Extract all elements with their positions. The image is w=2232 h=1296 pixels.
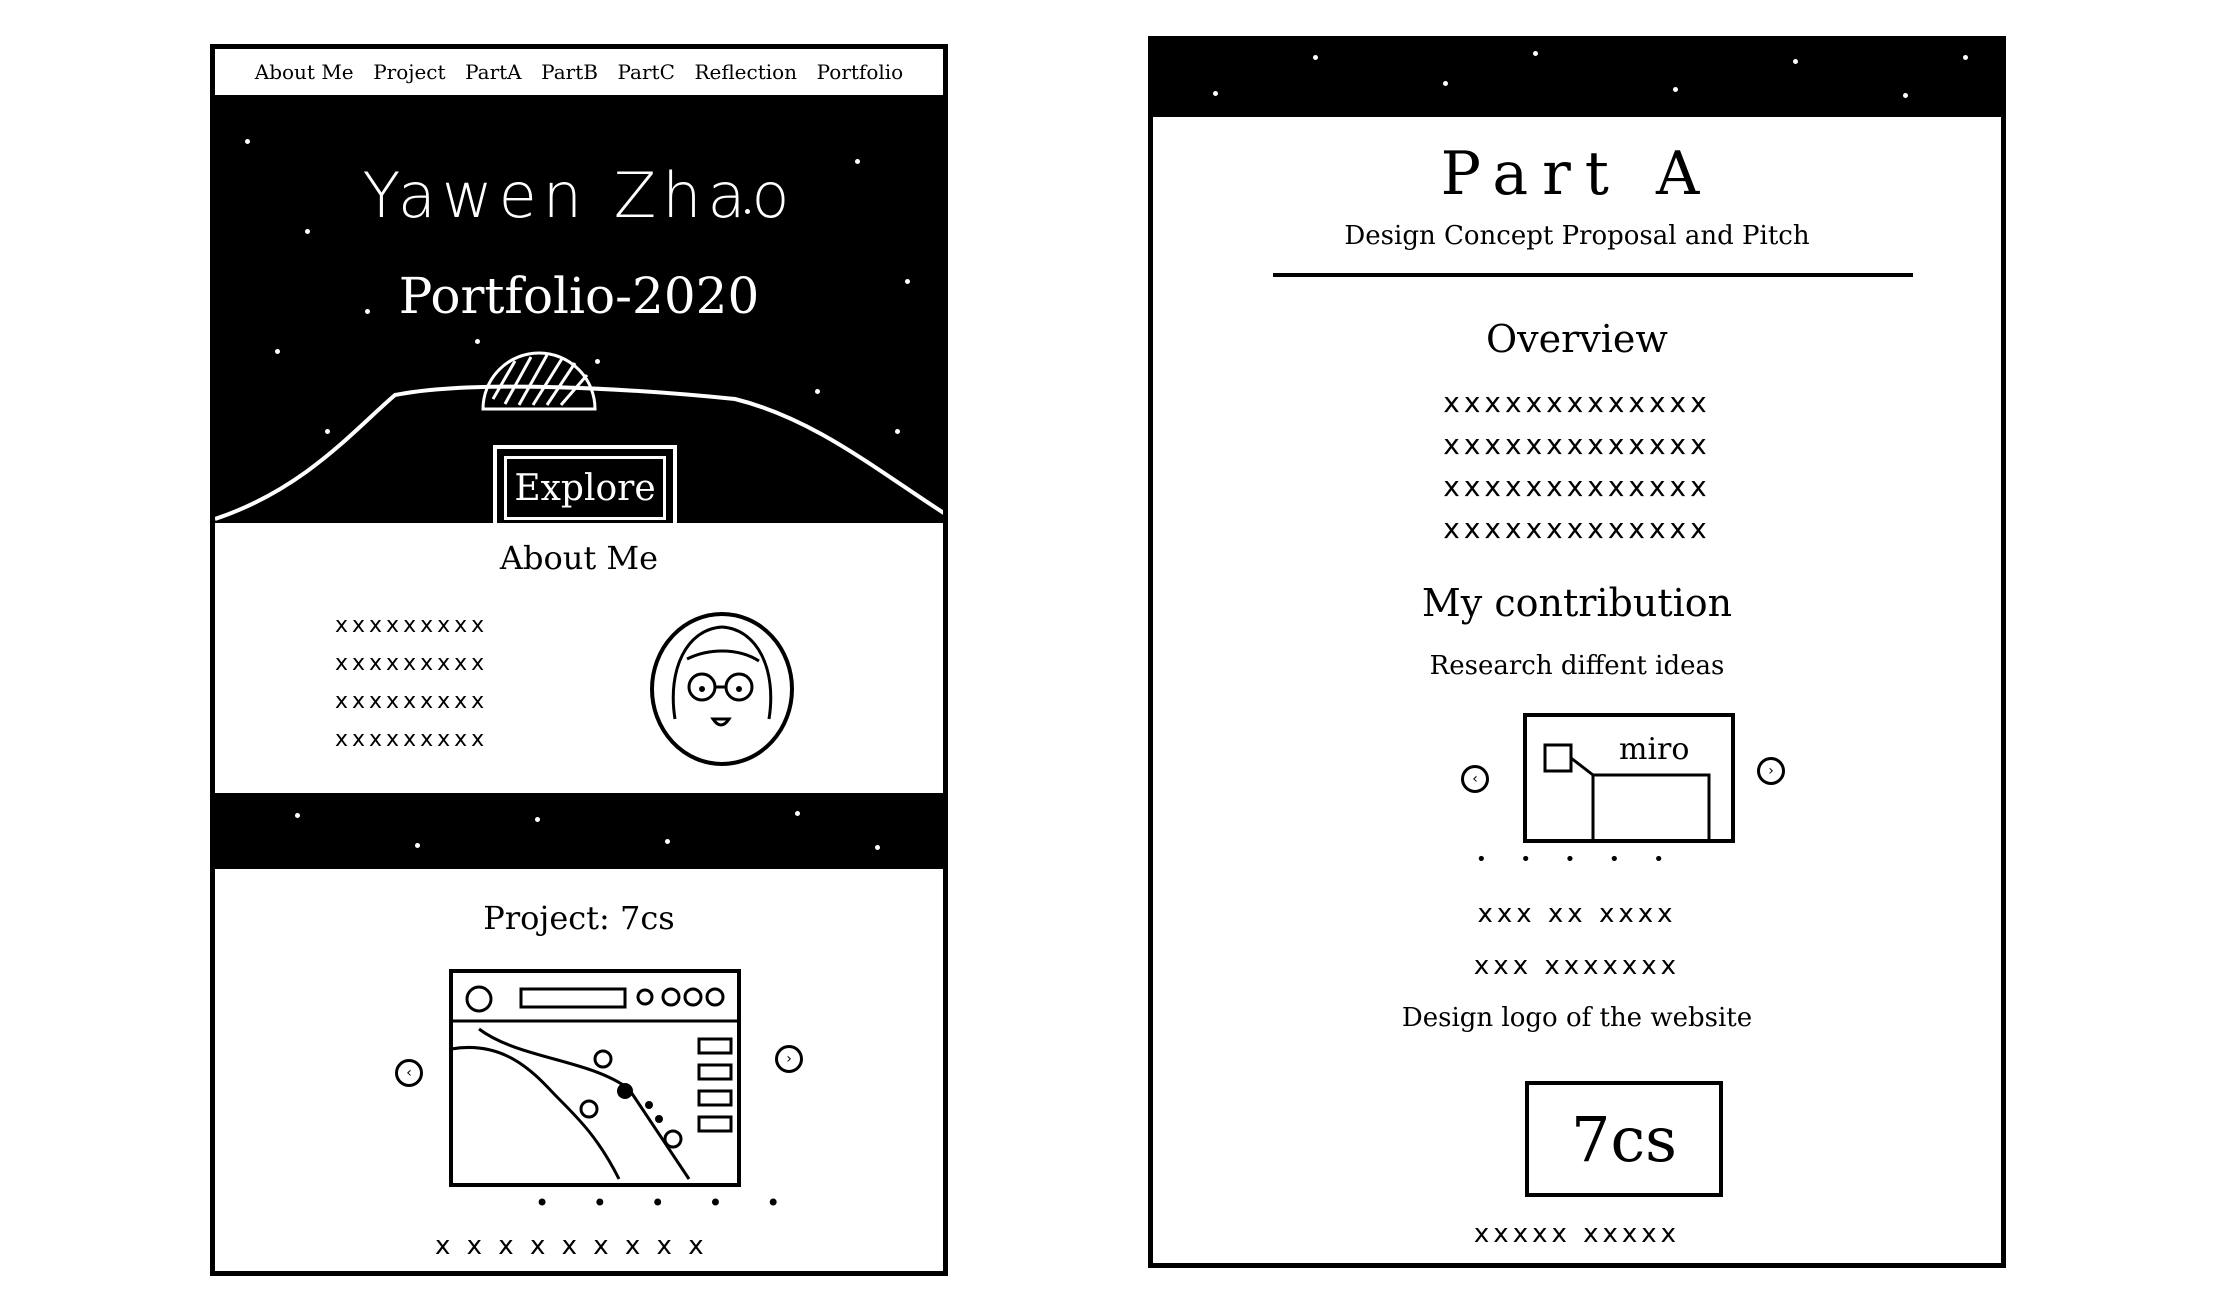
placeholder-text-row: xxx xx xxxx <box>1477 899 1677 929</box>
placeholder-text-row: xxxxxxxxx <box>335 727 489 752</box>
star-decoration <box>1793 59 1798 64</box>
carousel-pagination-dots[interactable]: • • • • • <box>1153 849 2001 870</box>
star-decoration <box>1313 55 1318 60</box>
star-decoration <box>1673 87 1678 92</box>
hero-banner: Yawen Zhao Portfolio-2020 Explore <box>215 99 943 523</box>
starry-divider <box>215 793 943 869</box>
nav-part-c[interactable]: PartC <box>618 60 675 84</box>
nav-about-me[interactable]: About Me <box>255 60 354 84</box>
nav-reflection[interactable]: Reflection <box>694 60 797 84</box>
contribution-item-research: Research diffent ideas <box>1429 651 1725 681</box>
nav-part-b[interactable]: PartB <box>541 60 598 84</box>
star-decoration <box>1533 51 1538 56</box>
placeholder-text-row: xxxxxxxxxxxxx <box>1443 428 1711 461</box>
overview-text-placeholder: xxxxxxxxxxxxx xxxxxxxxxxxxx xxxxxxxxxxxx… <box>1153 389 2001 557</box>
star-decoration <box>295 813 300 818</box>
title-divider <box>1273 273 1913 277</box>
contribution-heading: My contribution <box>1421 581 1733 625</box>
star-decoration <box>1903 93 1908 98</box>
placeholder-text-row: xxxxxxxxxxxxx <box>1443 512 1711 545</box>
carousel-next-button[interactable]: › <box>775 1045 803 1073</box>
star-decoration <box>535 817 540 822</box>
placeholder-text-row: xxxxx xxxxx <box>1473 1219 1681 1249</box>
nav-portfolio[interactable]: Portfolio <box>817 60 904 84</box>
star-decoration <box>415 843 420 848</box>
starry-header-band <box>1153 41 2001 117</box>
project-screenshot-thumbnail <box>449 969 741 1187</box>
star-decoration <box>665 839 670 844</box>
placeholder-text-row: xxxxxxxxx <box>335 613 489 638</box>
project-title: Project: 7cs <box>483 899 675 937</box>
carousel-pagination-dots[interactable]: • • • • • <box>535 1189 798 1217</box>
placeholder-text-row: xxxxxxxxx <box>335 651 489 676</box>
about-title: About Me <box>499 539 659 577</box>
overview-heading: Overview <box>1486 317 1668 361</box>
miro-label: miro <box>1619 732 1689 767</box>
project-caption-placeholder: x x x x x x x x x <box>435 1231 708 1261</box>
top-navigation: About Me Project PartA PartB PartC Refle… <box>215 49 943 99</box>
explore-button[interactable]: Explore <box>493 445 677 523</box>
homepage-wireframe: About Me Project PartA PartB PartC Refle… <box>210 44 948 1276</box>
star-decoration <box>795 811 800 816</box>
placeholder-text-row: xxxxxxxxx <box>335 689 489 714</box>
page-title: Part A <box>1440 139 1714 209</box>
carousel-prev-button[interactable]: ‹ <box>1461 765 1489 793</box>
part-a-page-wireframe: Part A Design Concept Proposal and Pitch… <box>1148 36 2006 1268</box>
explore-label: Explore <box>504 456 666 520</box>
page-subtitle: Design Concept Proposal and Pitch <box>1344 221 1810 251</box>
contribution-item-logo: Design logo of the website <box>1401 1003 1753 1033</box>
star-decoration <box>1213 91 1218 96</box>
miro-board-thumbnail: miro <box>1523 713 1735 843</box>
about-text-placeholder: xxxxxxxxx xxxxxxxxx xxxxxxxxx xxxxxxxxx <box>335 615 488 767</box>
placeholder-text-row: xxx xxxxxxx <box>1473 951 1681 981</box>
website-logo-preview: 7cs <box>1525 1081 1723 1197</box>
carousel-next-button[interactable]: › <box>1757 757 1785 785</box>
placeholder-text-row: xxxxxxxxxxxxx <box>1443 386 1711 419</box>
logo-text: 7cs <box>1571 1102 1677 1176</box>
star-decoration <box>875 845 880 850</box>
carousel-prev-button[interactable]: ‹ <box>395 1059 423 1087</box>
star-decoration <box>1443 81 1448 86</box>
nav-project[interactable]: Project <box>373 60 445 84</box>
star-decoration <box>1963 55 1968 60</box>
placeholder-text-row: xxxxxxxxxxxxx <box>1443 470 1711 503</box>
nav-part-a[interactable]: PartA <box>465 60 522 84</box>
avatar <box>650 612 794 766</box>
